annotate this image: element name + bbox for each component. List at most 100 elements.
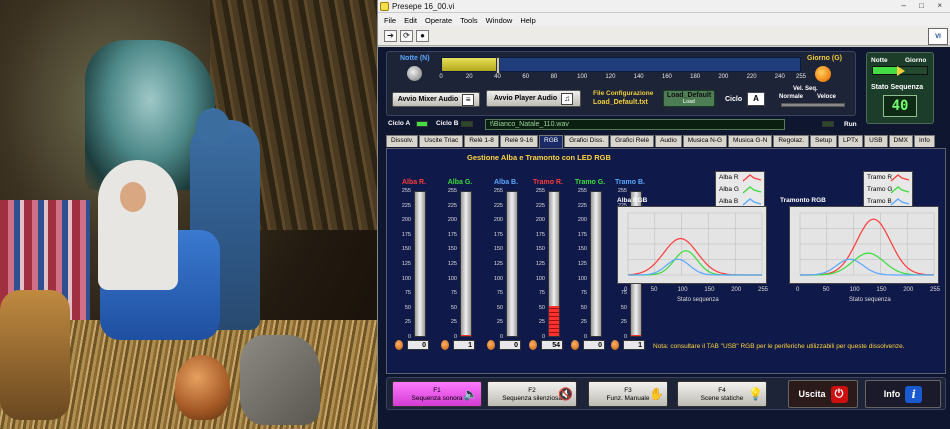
meter-bar xyxy=(590,191,602,337)
footer-bar: F1 Sequenza sonora 🔈 F2 Sequenza silenzi… xyxy=(386,377,946,410)
tab-musica-n-g[interactable]: Musica N-G xyxy=(682,135,728,147)
meter-value[interactable]: 1 xyxy=(623,340,645,350)
legend-label: Alba B xyxy=(719,198,739,205)
meter-knob-icon[interactable] xyxy=(571,340,579,350)
minimize-button[interactable]: – xyxy=(902,1,906,10)
meter-knob-icon[interactable] xyxy=(529,340,537,350)
audio-path-field[interactable]: t\Bianco_Natale_110.wav xyxy=(485,119,785,130)
speaker-icon: 🔈 xyxy=(463,387,478,401)
tramonto-graph xyxy=(789,206,939,284)
meter-scale-tick: 225 xyxy=(535,202,545,209)
close-button[interactable]: × xyxy=(937,1,942,10)
ciclo-a-led xyxy=(416,121,428,127)
meter-value[interactable]: 0 xyxy=(499,340,521,350)
meter-knob-icon[interactable] xyxy=(441,340,449,350)
labview-window: Presepe 16_00.vi – □ × File Edit Operate… xyxy=(377,0,950,429)
legend-row: Alba R xyxy=(716,172,764,184)
tab-audio[interactable]: Audio xyxy=(655,135,682,147)
meter-scale-tick: 225 xyxy=(493,202,503,209)
slider-thumb[interactable] xyxy=(496,57,501,74)
run-led xyxy=(822,121,834,127)
info-label: Info xyxy=(883,389,901,399)
tab-musica-g-n[interactable]: Musica G-N xyxy=(728,135,773,147)
tab-grafici-diss-[interactable]: Grafici Diss. xyxy=(564,135,610,147)
meter-scale-tick: 75 xyxy=(404,290,411,297)
labview-logo-icon: VI xyxy=(928,28,948,45)
tab-setup[interactable]: Setup xyxy=(810,135,837,147)
slider-tick: 160 xyxy=(661,74,672,80)
alba-legend: Alba R Alba G Alba B xyxy=(715,171,765,209)
legend-label: Tramo B xyxy=(867,198,892,205)
legend-swatch xyxy=(742,186,762,194)
f2-sequenza-silenziosa-button[interactable]: F2 Sequenza silenziosa 🔇 xyxy=(487,381,577,407)
tab-rgb[interactable]: RGB xyxy=(539,135,564,148)
meter-value[interactable]: 1 xyxy=(453,340,475,350)
uscita-button[interactable]: Uscita ⏻ xyxy=(788,380,858,408)
slider-tick: 60 xyxy=(522,74,530,80)
day-night-slider[interactable] xyxy=(441,57,801,74)
info-button[interactable]: Info i xyxy=(865,380,941,408)
slider-tick: 40 xyxy=(494,74,501,80)
tab-rel-1-8[interactable]: Relè 1-8 xyxy=(464,135,499,147)
graph-x-tick: 50 xyxy=(822,287,830,293)
meter-scale-tick: 255 xyxy=(447,188,457,194)
legend-label: Alba R xyxy=(719,174,739,181)
stato-sequenza-box: Notte Giorno Stato Sequenza 40 xyxy=(866,52,934,124)
menu-tools[interactable]: Tools xyxy=(460,16,478,26)
f1-sequenza-sonora-button[interactable]: F1 Sequenza sonora 🔈 xyxy=(392,381,482,407)
maximize-button[interactable]: □ xyxy=(919,1,924,10)
ciclo-value[interactable]: A xyxy=(747,92,765,106)
tab-rel-9-16[interactable]: Relè 9-16 xyxy=(499,135,538,147)
legend-swatch xyxy=(890,198,910,206)
file-conf-label: File Configurazione xyxy=(593,90,654,97)
stato-progress-fill xyxy=(873,67,897,74)
tab-info[interactable]: Info xyxy=(914,135,935,147)
toolbar: ➔ ⟳ ● VI xyxy=(378,26,950,46)
tab-uscite-triac[interactable]: Uscite Triac xyxy=(419,135,464,147)
meter-scale-tick: 25 xyxy=(538,319,545,326)
meter-fill xyxy=(631,335,641,336)
meter-bar xyxy=(414,191,426,337)
tab-dmx[interactable]: DMX xyxy=(888,135,913,147)
meter-tramo-r: Tramo R. 255 225 200 175 150 125 100 75 50 25 0 54 xyxy=(527,179,569,350)
power-icon: ⏻ xyxy=(830,385,848,403)
menu-file[interactable]: File xyxy=(384,16,396,26)
meter-knob-icon[interactable] xyxy=(395,340,403,350)
menu-edit[interactable]: Edit xyxy=(404,16,417,26)
photo-joseph-head xyxy=(196,108,230,146)
file-conf-value: Load_Default.txt xyxy=(593,99,648,106)
meter-value[interactable]: 54 xyxy=(541,340,563,350)
uscita-label: Uscita xyxy=(798,389,826,399)
tab-usb[interactable]: USB xyxy=(864,135,888,147)
tab-regolaz-[interactable]: Regolaz. xyxy=(773,135,809,147)
stato-giorno-label: Giorno xyxy=(905,57,927,64)
f4-scene-statiche-button[interactable]: F4 Scene statiche 💡 xyxy=(677,381,767,407)
meter-scale-tick: 25 xyxy=(620,319,627,326)
menu-help[interactable]: Help xyxy=(520,16,535,26)
menu-window[interactable]: Window xyxy=(486,16,513,26)
load-default-button[interactable]: Load_Default Load xyxy=(663,90,715,107)
alba-graph-title: Alba RGB xyxy=(617,197,648,204)
tab-grafici-rel-[interactable]: Grafici Relè xyxy=(610,135,655,147)
graph-x-tick: 255 xyxy=(930,287,941,293)
menu-operate[interactable]: Operate xyxy=(425,16,452,26)
tab-dissolv-[interactable]: Dissolv. xyxy=(386,135,419,147)
veloce-label: Veloce xyxy=(817,94,837,100)
meter-value[interactable]: 0 xyxy=(583,340,605,350)
speed-slider[interactable] xyxy=(781,103,845,107)
run-continuous-icon[interactable]: ⟳ xyxy=(400,30,413,42)
meter-knob-icon[interactable] xyxy=(611,340,619,350)
meter-scale-tick: 100 xyxy=(447,275,457,282)
meter-knob-icon[interactable] xyxy=(487,340,495,350)
mixer-audio-button[interactable]: Avvio Mixer Audio ≡ xyxy=(392,92,480,107)
player-audio-button[interactable]: Avvio Player Audio ♫ xyxy=(486,90,581,107)
tab-lptx[interactable]: LPTx xyxy=(838,135,864,147)
meter-scale-tick: 255 xyxy=(577,188,587,194)
meter-scale-tick: 200 xyxy=(493,217,503,224)
meter-scale-tick: 75 xyxy=(538,290,545,297)
f3-funz-manuale-button[interactable]: F3 Funz. Manuale ✋ xyxy=(588,381,668,407)
meter-scale-tick: 200 xyxy=(577,217,587,224)
run-arrow-icon[interactable]: ➔ xyxy=(384,30,397,42)
abort-icon[interactable]: ● xyxy=(416,30,429,42)
meter-value[interactable]: 0 xyxy=(407,340,429,350)
